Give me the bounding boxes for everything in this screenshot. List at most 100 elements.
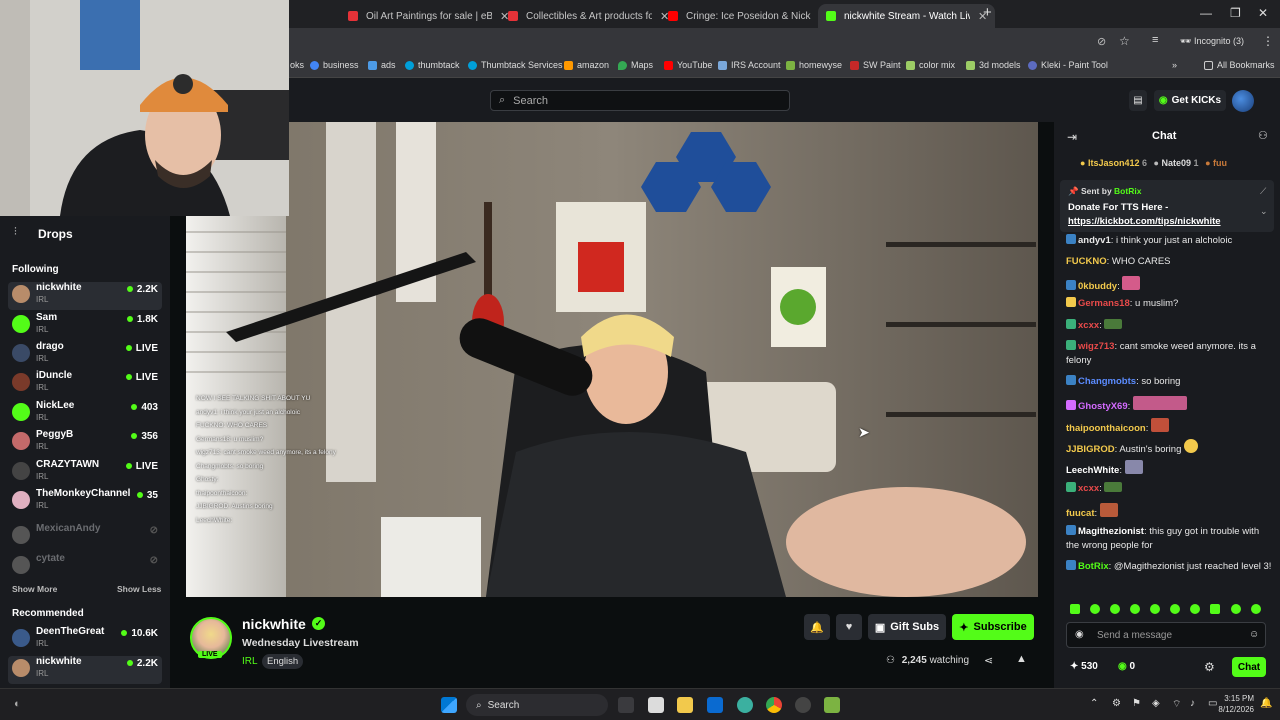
show-less-link[interactable]: Show Less xyxy=(117,584,161,594)
bookmark-item[interactable]: oks xyxy=(290,60,304,70)
chat-settings-icon[interactable]: ⚙ xyxy=(1204,660,1215,674)
library-icon[interactable]: ▤ xyxy=(1129,90,1147,111)
user-avatar[interactable] xyxy=(1232,90,1254,112)
media-controls-icon[interactable]: ≡ xyxy=(1152,34,1158,46)
chat-username[interactable]: LeechWhite xyxy=(1066,465,1119,476)
browser-tab-ebay-oil[interactable]: Oil Art Paintings for sale | eBay ✕ xyxy=(340,4,517,28)
tray-app-icon[interactable]: ⚙ xyxy=(1112,698,1121,709)
follow-heart-icon[interactable]: ♥ xyxy=(836,614,862,640)
bookmark-item[interactable]: amazon xyxy=(564,60,609,70)
chat-username[interactable]: andyv1 xyxy=(1078,235,1111,246)
chat-username[interactable]: GhostyX69 xyxy=(1078,401,1128,412)
chat-input[interactable]: ◉ Send a message ☺ xyxy=(1066,622,1266,648)
taskbar-search[interactable]: ⌕ Search xyxy=(466,694,608,716)
bookmark-item[interactable]: business xyxy=(310,60,359,70)
language-tag[interactable]: English xyxy=(262,654,304,669)
drops-link[interactable]: Drops xyxy=(38,227,73,241)
chat-username[interactable]: Germans18 xyxy=(1078,298,1130,309)
eye-off-icon[interactable]: ⊘ xyxy=(1097,35,1106,48)
sidebar-item-cytate[interactable]: cytate ⊘ xyxy=(8,553,162,581)
sidebar-item-peggyb[interactable]: PeggyB IRL 356 xyxy=(8,429,162,457)
task-view-icon[interactable] xyxy=(618,697,634,713)
chat-username[interactable]: xcxx xyxy=(1078,483,1099,494)
browser-tab-youtube[interactable]: Cringe: Ice Poseidon & Nick W ✕ xyxy=(660,4,837,28)
file-explorer-icon[interactable] xyxy=(677,697,693,713)
bookmark-item[interactable]: IRS Account xyxy=(718,60,781,70)
sidebar-item-nicklee[interactable]: NickLee IRL 403 xyxy=(8,400,162,428)
sidebar-item-themonkeychannel[interactable]: TheMonkeyChannel IRL 35 xyxy=(8,488,162,516)
chat-username[interactable]: fuucat xyxy=(1066,508,1095,519)
chat-username[interactable]: FUCKNO xyxy=(1066,256,1107,267)
chrome-menu-icon[interactable]: ⋮ xyxy=(1262,34,1274,48)
users-icon[interactable]: ⚇ xyxy=(1258,129,1268,142)
bookmark-item[interactable]: SW Paint xyxy=(850,60,901,70)
bookmarks-overflow-icon[interactable]: » xyxy=(1172,60,1177,70)
sidebar-item-nickwhite-recommended[interactable]: nickwhite IRL 2.2K xyxy=(8,656,162,684)
report-icon[interactable]: ▲ xyxy=(1016,653,1027,665)
chat-username[interactable]: wigz713 xyxy=(1078,341,1114,352)
share-icon[interactable]: ⋖ xyxy=(984,654,993,667)
bookmark-item[interactable]: ads xyxy=(368,60,396,70)
tray-app-icon[interactable]: ⚑ xyxy=(1132,698,1141,709)
bookmark-star-icon[interactable]: ☆ xyxy=(1119,34,1130,48)
stream-category-link[interactable]: IRL xyxy=(242,656,258,667)
show-more-link[interactable]: Show More xyxy=(12,584,57,594)
volume-icon[interactable]: ♪ xyxy=(1190,698,1195,709)
tray-overflow-icon[interactable]: ⌃ xyxy=(1090,698,1098,709)
channel-name[interactable]: nickwhite xyxy=(242,616,306,632)
tray-app-icon[interactable]: ◈ xyxy=(1152,698,1160,709)
bookmark-item[interactable]: Kleki - Paint Tool xyxy=(1028,60,1108,70)
gifter-name[interactable]: Nate09 xyxy=(1161,158,1191,168)
chat-username[interactable]: JJBIGROD xyxy=(1066,444,1115,455)
battery-icon[interactable]: ▭ xyxy=(1208,698,1217,709)
bookmark-item[interactable]: homewyse xyxy=(786,60,842,70)
app-icon[interactable] xyxy=(824,697,840,713)
notepad-icon[interactable] xyxy=(648,697,664,713)
gifter-name[interactable]: fuu xyxy=(1213,158,1227,168)
notification-bell-icon[interactable]: 🔔 xyxy=(1260,698,1272,709)
sidebar-item-mexicanandy[interactable]: MexicanAndy ⊘ xyxy=(8,523,162,551)
chrome-icon[interactable] xyxy=(766,697,782,713)
chat-username[interactable]: Changmobts xyxy=(1078,376,1136,387)
chevron-down-icon[interactable]: ⌄ xyxy=(1260,206,1268,217)
pinned-message[interactable]: 📌 Sent by BotRix Donate For TTS Here - h… xyxy=(1060,180,1274,232)
gifter-name[interactable]: ItsJason412 xyxy=(1088,158,1140,168)
chat-username[interactable]: xcxx xyxy=(1078,320,1099,331)
sidebar-item-deenthegreat[interactable]: DeenTheGreat IRL 10.6K xyxy=(8,626,162,654)
kicks-balance[interactable]: ◉ 0 xyxy=(1118,661,1135,672)
send-chat-button[interactable]: Chat xyxy=(1232,657,1266,677)
new-tab-button[interactable]: + xyxy=(983,4,992,21)
edge-icon[interactable] xyxy=(737,697,753,713)
minimize-button[interactable]: — xyxy=(1200,6,1212,20)
subscribe-button[interactable]: ✦ Subscribe xyxy=(952,614,1034,640)
notification-bell-icon[interactable]: 🔔 xyxy=(804,614,830,640)
app-icon[interactable] xyxy=(795,697,811,713)
pinned-link[interactable]: https://kickbot.com/tips/nickwhite xyxy=(1068,216,1221,227)
emoji-icon[interactable]: ☺ xyxy=(1249,629,1259,640)
bookmark-item[interactable]: color mix xyxy=(906,60,955,70)
start-button-icon[interactable] xyxy=(441,697,457,713)
restore-button[interactable]: ❐ xyxy=(1230,6,1241,20)
browser-tab-kick[interactable]: nickwhite Stream - Watch Live ✕ xyxy=(818,4,996,28)
chat-username[interactable]: BotRix xyxy=(1078,561,1109,572)
search-input[interactable]: ⌕ Search xyxy=(490,90,790,111)
get-kicks-button[interactable]: ◉ Get KICKs xyxy=(1154,90,1226,111)
unpin-icon[interactable]: ⟋ xyxy=(1260,186,1266,197)
sidebar-item-iduncle[interactable]: iDuncle IRL LIVE xyxy=(8,370,162,398)
video-player[interactable]: NOW I SEE TALKING SHIT ABOUT YU andyv1: … xyxy=(186,122,1038,597)
sidebar-item-sam[interactable]: Sam IRL 1.8K xyxy=(8,312,162,340)
browser-tab-ebay-collectibles[interactable]: Collectibles & Art products for ✕ xyxy=(500,4,677,28)
chat-username[interactable]: 0kbuddy xyxy=(1078,281,1117,292)
incognito-profile[interactable]: 🕶 Incognito (3) xyxy=(1180,36,1244,47)
close-window-button[interactable]: ✕ xyxy=(1258,6,1268,20)
channel-points[interactable]: ✦ 530 xyxy=(1070,661,1098,672)
bookmark-item[interactable]: Thumbtack Services xyxy=(468,60,563,70)
chat-username[interactable]: Magithezionist xyxy=(1078,526,1144,537)
gift-subs-button[interactable]: ▣ Gift Subs xyxy=(868,614,946,640)
sidebar-item-drago[interactable]: drago IRL LIVE xyxy=(8,341,162,369)
all-bookmarks[interactable]: All Bookmarks xyxy=(1204,60,1275,70)
bookmark-item[interactable]: 3d models xyxy=(966,60,1021,70)
bookmark-item[interactable]: YouTube xyxy=(664,60,712,70)
chat-username[interactable]: thaipoonthaicoon xyxy=(1066,423,1146,434)
clock[interactable]: 3:15 PM 8/12/2026 xyxy=(1218,693,1254,715)
